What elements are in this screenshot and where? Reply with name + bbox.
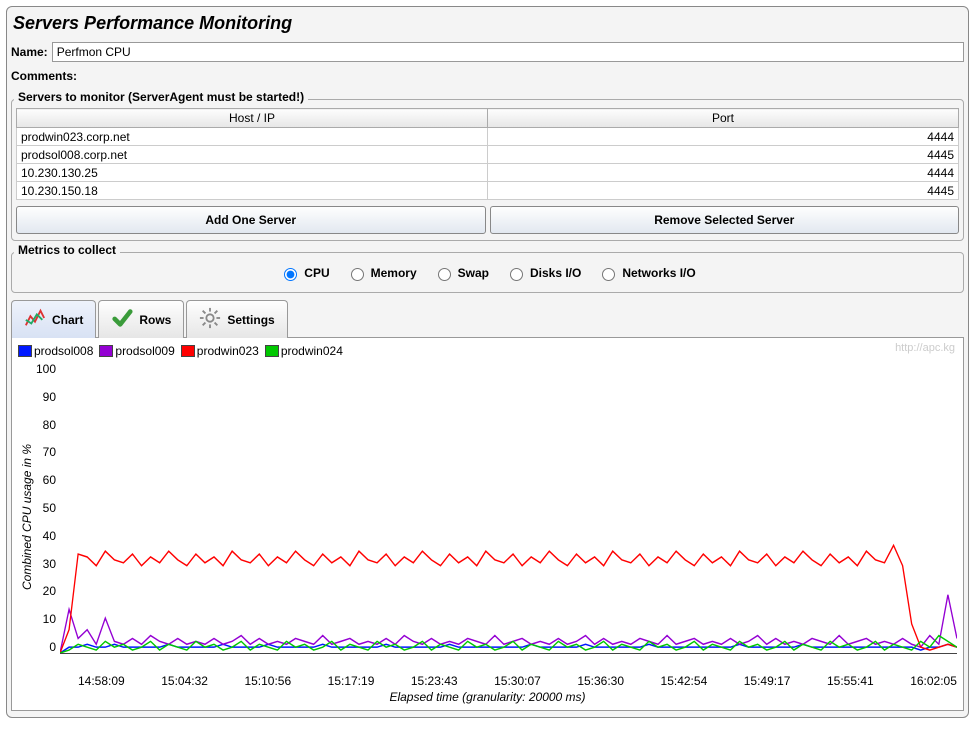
cell-host[interactable]: 10.230.130.25 xyxy=(17,164,488,182)
comments-label: Comments: xyxy=(11,69,77,83)
metric-radio[interactable] xyxy=(510,268,523,281)
x-tick: 15:42:54 xyxy=(661,674,708,688)
cell-host[interactable]: prodsol008.corp.net xyxy=(17,146,488,164)
metrics-fieldset: Metrics to collect CPU Memory Swap Disks I/… xyxy=(11,245,964,293)
y-tick: 100 xyxy=(36,362,56,376)
legend-swatch xyxy=(265,345,279,357)
x-tick: 15:23:43 xyxy=(411,674,458,688)
servers-fieldset: Servers to monitor (ServerAgent must be … xyxy=(11,92,964,241)
cell-port[interactable]: 4444 xyxy=(488,128,959,146)
cell-host[interactable]: prodwin023.corp.net xyxy=(17,128,488,146)
metric-radio[interactable] xyxy=(284,268,297,281)
legend-swatch xyxy=(99,345,113,357)
comments-row: Comments: xyxy=(11,64,964,88)
y-tick: 0 xyxy=(49,640,56,654)
legend-label: prodsol008 xyxy=(34,344,93,358)
y-axis-label: Combined CPU usage in % xyxy=(18,362,36,672)
y-tick: 20 xyxy=(43,584,56,598)
y-ticks: 1009080706050403020100 xyxy=(36,362,60,672)
cell-port[interactable]: 4445 xyxy=(488,182,959,200)
metric-option-disks-i-o[interactable]: Disks I/O xyxy=(505,265,581,281)
remove-server-button[interactable]: Remove Selected Server xyxy=(490,206,960,234)
metrics-options: CPU Memory Swap Disks I/O Networks I/O xyxy=(16,261,959,286)
table-row[interactable]: prodsol008.corp.net4445 xyxy=(17,146,959,164)
x-tick: 15:49:17 xyxy=(744,674,791,688)
x-tick: 15:17:19 xyxy=(328,674,375,688)
metrics-legend: Metrics to collect xyxy=(14,243,120,257)
chart-icon xyxy=(24,307,46,332)
legend-swatch xyxy=(181,345,195,357)
metric-option-memory[interactable]: Memory xyxy=(346,265,417,281)
y-tick: 10 xyxy=(43,612,56,626)
check-icon xyxy=(111,307,133,332)
metric-option-networks-i-o[interactable]: Networks I/O xyxy=(597,265,695,281)
page-title: Servers Performance Monitoring xyxy=(11,9,964,40)
tab-rows[interactable]: Rows xyxy=(98,300,184,338)
table-row[interactable]: 10.230.130.254444 xyxy=(17,164,959,182)
x-ticks: 14:58:09 15:04:32 15:10:56 15:17:19 15:23:43… xyxy=(18,672,957,688)
tab-settings[interactable]: Settings xyxy=(186,300,287,338)
chart-area: http://apc.kg prodsol008 prodsol009 prodwi… xyxy=(11,338,964,711)
x-tick: 15:36:30 xyxy=(577,674,624,688)
x-tick: 15:55:41 xyxy=(827,674,874,688)
legend-swatch xyxy=(18,345,32,357)
tab-rows-label: Rows xyxy=(139,313,171,327)
servers-table: Host / IP Port prodwin023.corp.net4444pr… xyxy=(16,108,959,200)
x-tick: 15:30:07 xyxy=(494,674,541,688)
tab-chart[interactable]: Chart xyxy=(11,300,96,338)
x-tick: 14:58:09 xyxy=(78,674,125,688)
name-label: Name: xyxy=(11,45,48,59)
watermark: http://apc.kg xyxy=(895,342,955,354)
y-tick: 90 xyxy=(43,390,56,404)
col-host[interactable]: Host / IP xyxy=(17,109,488,128)
y-tick: 80 xyxy=(43,418,56,432)
x-tick: 15:10:56 xyxy=(244,674,291,688)
name-row: Name: xyxy=(11,40,964,64)
add-server-button[interactable]: Add One Server xyxy=(16,206,486,234)
legend-label: prodsol009 xyxy=(115,344,174,358)
comments-input[interactable] xyxy=(81,66,964,86)
metric-radio[interactable] xyxy=(438,268,451,281)
cell-port[interactable]: 4444 xyxy=(488,164,959,182)
y-tick: 40 xyxy=(43,529,56,543)
tabs: Chart Rows Settings xyxy=(11,299,964,338)
series-line xyxy=(60,636,957,653)
legend-item: prodsol008 xyxy=(18,344,93,358)
gear-icon xyxy=(199,307,221,332)
legend-label: prodwin024 xyxy=(281,344,343,358)
y-tick: 50 xyxy=(43,501,56,515)
col-port[interactable]: Port xyxy=(488,109,959,128)
metric-option-swap[interactable]: Swap xyxy=(433,265,489,281)
chart-legend: prodsol008 prodsol009 prodwin023 prodwin024 xyxy=(18,342,957,362)
y-tick: 70 xyxy=(43,445,56,459)
metric-option-cpu[interactable]: CPU xyxy=(279,265,329,281)
servers-legend: Servers to monitor (ServerAgent must be … xyxy=(14,90,308,104)
legend-item: prodwin023 xyxy=(181,344,259,358)
tab-chart-label: Chart xyxy=(52,313,83,327)
legend-item: prodsol009 xyxy=(99,344,174,358)
y-tick: 30 xyxy=(43,557,56,571)
name-input[interactable] xyxy=(52,42,964,62)
x-axis-label: Elapsed time (granularity: 20000 ms) xyxy=(18,688,957,704)
series-line xyxy=(60,545,957,653)
cell-host[interactable]: 10.230.150.18 xyxy=(17,182,488,200)
legend-label: prodwin023 xyxy=(197,344,259,358)
x-tick: 16:02:05 xyxy=(910,674,957,688)
metric-radio[interactable] xyxy=(351,268,364,281)
y-tick: 60 xyxy=(43,473,56,487)
metric-radio[interactable] xyxy=(602,268,615,281)
plot xyxy=(60,362,957,654)
main-panel: Servers Performance Monitoring Name: Com… xyxy=(6,6,969,718)
legend-item: prodwin024 xyxy=(265,344,343,358)
tab-settings-label: Settings xyxy=(227,313,274,327)
x-tick: 15:04:32 xyxy=(161,674,208,688)
table-row[interactable]: 10.230.150.184445 xyxy=(17,182,959,200)
cell-port[interactable]: 4445 xyxy=(488,146,959,164)
table-row[interactable]: prodwin023.corp.net4444 xyxy=(17,128,959,146)
